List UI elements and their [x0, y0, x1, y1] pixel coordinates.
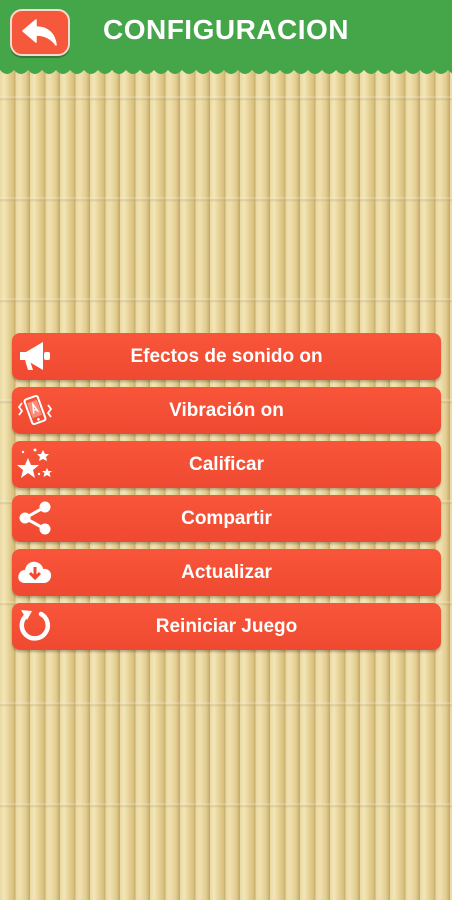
settings-menu: Efectos de sonido on Vibración on Califi… — [12, 333, 441, 657]
restart-game-label: Reiniciar Juego — [155, 615, 298, 637]
rate-button[interactable]: Calificar — [12, 441, 441, 488]
megaphone-icon — [14, 335, 56, 377]
restart-icon — [14, 605, 56, 647]
share-button[interactable]: Compartir — [12, 495, 441, 542]
restart-game-button[interactable]: Reiniciar Juego — [12, 603, 441, 650]
update-label: Actualizar — [181, 561, 272, 583]
vibration-button[interactable]: Vibración on — [12, 387, 441, 434]
rate-label: Calificar — [189, 453, 264, 475]
stars-icon — [14, 443, 56, 485]
vibration-label: Vibración on — [169, 399, 284, 421]
share-icon — [14, 497, 56, 539]
page-title: CONFIGURACION — [102, 14, 350, 45]
share-label: Compartir — [181, 507, 272, 529]
header-wave-border — [0, 66, 452, 74]
sound-effects-label: Efectos de sonido on — [130, 345, 323, 367]
update-button[interactable]: Actualizar — [12, 549, 441, 596]
phone-vibration-icon — [14, 389, 56, 431]
top-bar: CONFIGURACION — [0, 0, 452, 70]
cloud-download-icon — [14, 551, 56, 593]
sound-effects-button[interactable]: Efectos de sonido on — [12, 333, 441, 380]
